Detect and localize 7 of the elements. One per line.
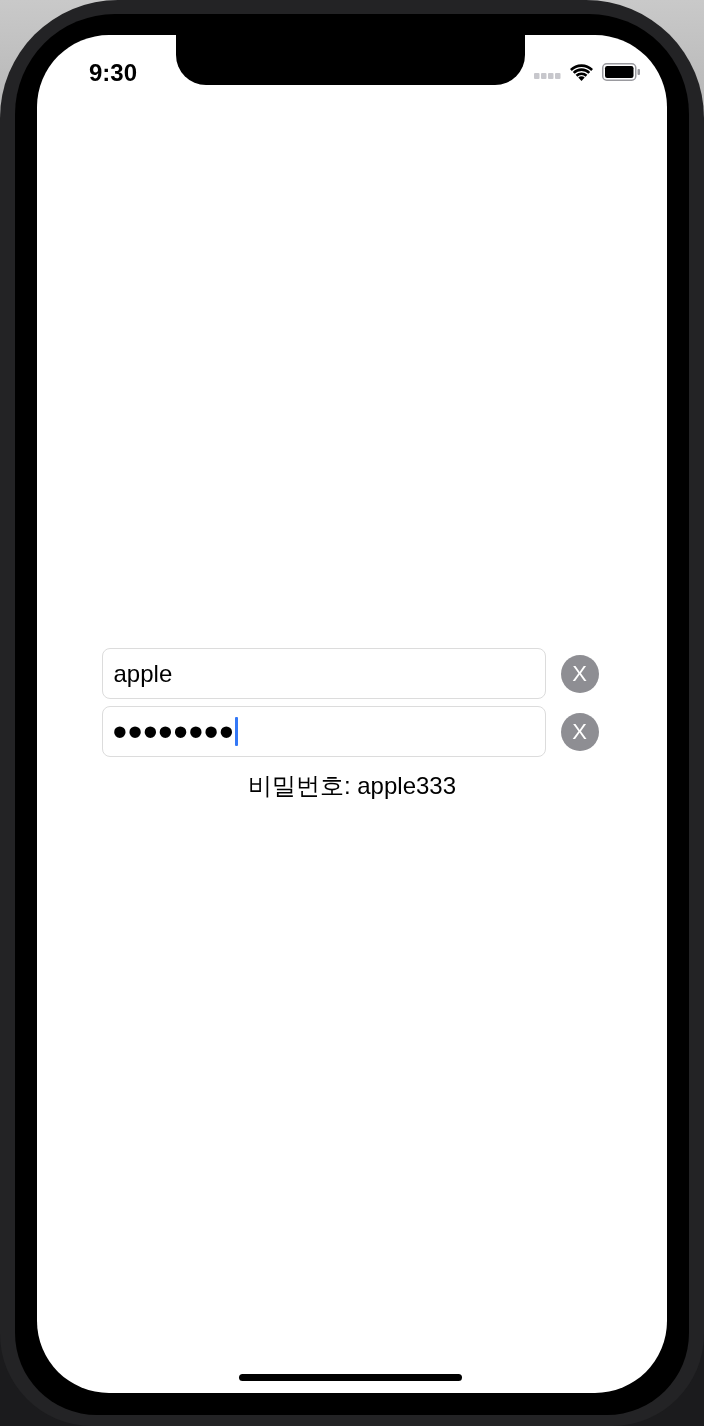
battery-icon (602, 63, 640, 81)
wifi-icon (570, 63, 593, 81)
signal-icon (534, 73, 561, 79)
password-field[interactable]: •••••••• (101, 706, 546, 757)
password-label: 비밀번호: apple333 (247, 771, 457, 801)
status-time: 9:30 (89, 60, 138, 85)
username-field[interactable]: apple (101, 648, 546, 699)
